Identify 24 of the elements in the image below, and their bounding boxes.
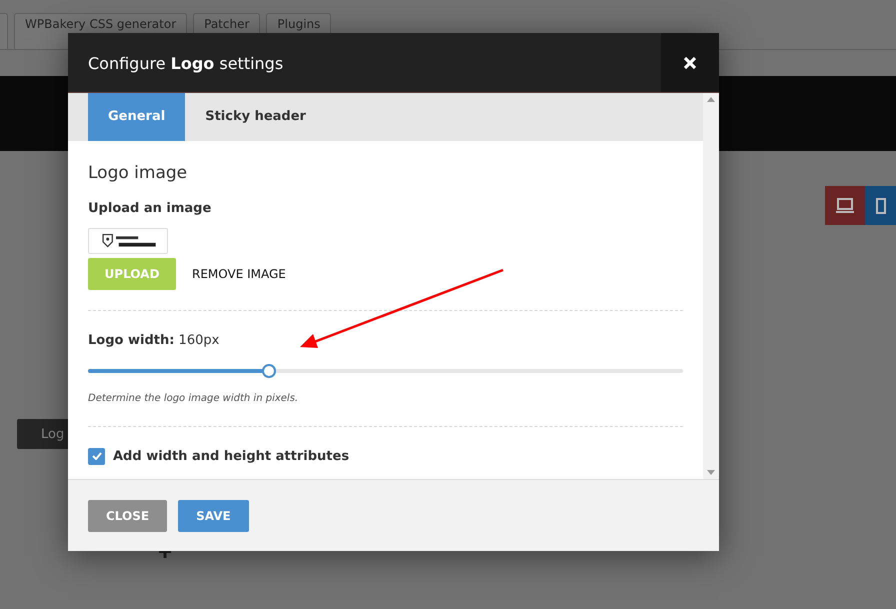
check-icon xyxy=(92,452,102,460)
checkbox-label: Add width and height attributes xyxy=(113,448,350,466)
phone-icon xyxy=(876,198,886,214)
field-label: Upload an image xyxy=(88,200,212,218)
checkbox[interactable] xyxy=(88,448,105,465)
save-button[interactable]: SAVE xyxy=(178,500,249,532)
close-icon xyxy=(683,56,697,70)
slider-thumb[interactable] xyxy=(262,364,276,378)
remove-image-button[interactable]: REMOVE IMAGE xyxy=(176,258,302,290)
mobile-view-button[interactable] xyxy=(865,186,896,225)
settings-tab[interactable]: Sticky header xyxy=(185,93,326,141)
scroll-up-icon[interactable] xyxy=(707,97,715,102)
desktop-view-button[interactable] xyxy=(825,186,865,225)
close-button[interactable] xyxy=(661,33,719,92)
scroll-down-icon[interactable] xyxy=(707,470,715,475)
scrollbar[interactable] xyxy=(703,93,719,479)
modal-title: Configure Logo settings xyxy=(87,53,284,75)
section-title: Logo image xyxy=(88,162,188,185)
help-text: Determine the logo image width in pixels. xyxy=(88,392,300,406)
laptop-icon xyxy=(836,198,854,214)
close-button[interactable]: CLOSE xyxy=(88,500,168,532)
width-label: Logo width: 160px xyxy=(88,332,220,350)
upload-button[interactable]: UPLOAD xyxy=(88,258,176,290)
settings-tab[interactable]: General xyxy=(88,93,186,141)
